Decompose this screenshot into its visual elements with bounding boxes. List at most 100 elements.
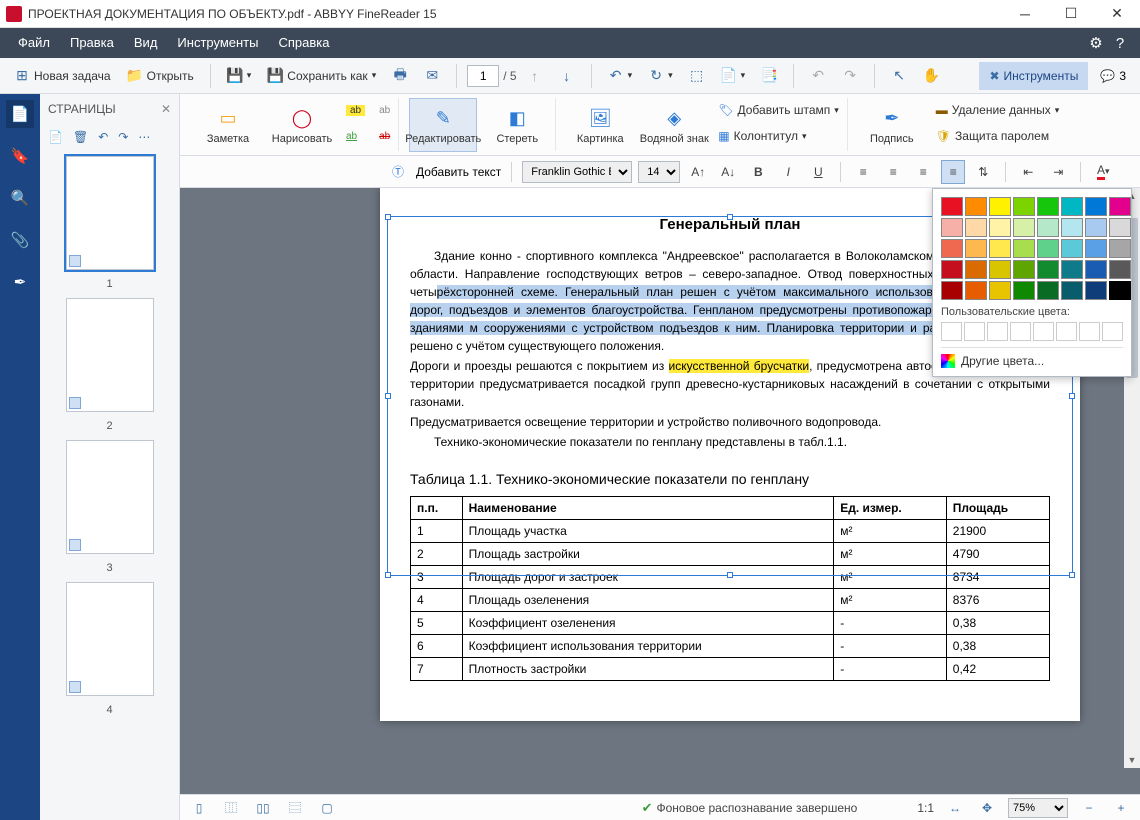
- align-justify-button[interactable]: ≡: [941, 160, 965, 184]
- color-swatch[interactable]: [1061, 260, 1083, 279]
- align-left-button[interactable]: ≡: [851, 160, 875, 184]
- color-swatch[interactable]: [1109, 218, 1131, 237]
- font-color-button[interactable]: A ▾: [1091, 160, 1115, 184]
- italic-button[interactable]: I: [776, 160, 800, 184]
- user-color-slot[interactable]: [987, 322, 1008, 341]
- hand-button[interactable]: ✋: [917, 62, 945, 90]
- thumbnail-page[interactable]: [66, 440, 154, 554]
- menu-file[interactable]: Файл: [8, 28, 60, 58]
- color-swatch[interactable]: [1037, 281, 1059, 300]
- color-swatch[interactable]: [1085, 260, 1107, 279]
- highlight-none-button[interactable]: ab: [375, 98, 394, 122]
- user-color-slot[interactable]: [1010, 322, 1031, 341]
- color-swatch[interactable]: [1013, 218, 1035, 237]
- user-color-slot[interactable]: [964, 322, 985, 341]
- color-swatch[interactable]: [1037, 218, 1059, 237]
- search-tab[interactable]: 🔍: [6, 184, 34, 212]
- page-up-button[interactable]: ↑: [521, 62, 549, 90]
- open-button[interactable]: 📁Открыть: [121, 62, 200, 90]
- undo-button[interactable]: ↶: [804, 62, 832, 90]
- minimize-button[interactable]: ─: [1002, 0, 1048, 28]
- sign-tool[interactable]: ✒Подпись: [858, 98, 926, 152]
- close-button[interactable]: ✕: [1094, 0, 1140, 28]
- draw-tool[interactable]: ◯Нарисовать: [268, 98, 336, 152]
- grow-font-button[interactable]: A↑: [686, 160, 710, 184]
- user-color-slot[interactable]: [1102, 322, 1123, 341]
- align-right-button[interactable]: ≡: [911, 160, 935, 184]
- save-as-button[interactable]: 💾Сохранить как▾: [261, 62, 382, 90]
- thumb-redo-icon[interactable]: ↷: [118, 130, 128, 144]
- color-swatch[interactable]: [989, 260, 1011, 279]
- color-swatch[interactable]: [1109, 239, 1131, 258]
- doc-paragraph[interactable]: Технико-экономические показатели по генп…: [410, 433, 1050, 451]
- color-swatch[interactable]: [989, 197, 1011, 216]
- font-family-select[interactable]: Franklin Gothic Bo: [522, 161, 632, 183]
- color-swatch[interactable]: [1013, 260, 1035, 279]
- document-canvas[interactable]: Генеральный план Здание конно - спортивн…: [180, 188, 1140, 794]
- color-swatch[interactable]: [941, 218, 963, 237]
- highlight-yellow-button[interactable]: ab: [342, 98, 369, 122]
- thumb-undo-icon[interactable]: ↶: [98, 130, 108, 144]
- color-swatch[interactable]: [989, 239, 1011, 258]
- color-swatch[interactable]: [989, 281, 1011, 300]
- zoom-select[interactable]: 75%: [1008, 798, 1068, 818]
- color-swatch[interactable]: [1037, 239, 1059, 258]
- add-stamp-button[interactable]: 🏷Добавить штамп ▾: [714, 98, 843, 122]
- view-continuous-button[interactable]: ▯▯: [252, 797, 274, 819]
- font-size-select[interactable]: 14: [638, 161, 680, 183]
- attachments-tab[interactable]: 📎: [6, 226, 34, 254]
- view-book-button[interactable]: ⿳: [284, 797, 306, 819]
- email-button[interactable]: ✉: [418, 62, 446, 90]
- bookmarks-tab[interactable]: 🔖: [6, 142, 34, 170]
- outdent-button[interactable]: ⇤: [1016, 160, 1040, 184]
- signatures-tab[interactable]: ✒: [6, 268, 34, 296]
- underline-button[interactable]: U: [806, 160, 830, 184]
- note-tool[interactable]: ▭Заметка: [194, 98, 262, 152]
- zoom-in-button[interactable]: +: [1110, 797, 1132, 819]
- save-button[interactable]: 💾▾: [221, 62, 258, 90]
- menu-tools[interactable]: Инструменты: [167, 28, 268, 58]
- rotate-right-button[interactable]: ↻▾: [642, 62, 679, 90]
- color-swatch[interactable]: [1013, 281, 1035, 300]
- color-swatch[interactable]: [941, 281, 963, 300]
- add-page-button[interactable]: 📄▾: [715, 62, 752, 90]
- thumb-more-icon[interactable]: ⋯: [138, 130, 150, 144]
- user-color-slot[interactable]: [1033, 322, 1054, 341]
- password-protect-button[interactable]: 🛡Защита паролем: [932, 124, 1063, 148]
- doc-paragraph[interactable]: Предусматривается освещение территории и…: [410, 413, 1050, 431]
- view-facing-button[interactable]: ⿲: [220, 797, 242, 819]
- color-swatch[interactable]: [1085, 239, 1107, 258]
- user-color-slot[interactable]: [1056, 322, 1077, 341]
- color-swatch[interactable]: [1109, 260, 1131, 279]
- add-text-button[interactable]: Ⓣ: [386, 160, 410, 184]
- thumb-add-icon[interactable]: 📄: [48, 130, 63, 144]
- color-swatch[interactable]: [1037, 197, 1059, 216]
- color-swatch[interactable]: [1085, 218, 1107, 237]
- fit-width-button[interactable]: ↔: [944, 797, 966, 819]
- color-swatch[interactable]: [1061, 218, 1083, 237]
- fit-page-button[interactable]: ✥: [976, 797, 998, 819]
- redo-button[interactable]: ↷: [836, 62, 864, 90]
- color-swatch[interactable]: [1109, 281, 1131, 300]
- color-swatch[interactable]: [989, 218, 1011, 237]
- watermark-tool[interactable]: ◈Водяной знак: [640, 98, 708, 152]
- erase-tool[interactable]: ◧Стереть: [483, 98, 551, 152]
- thumbnail-page[interactable]: [66, 156, 154, 270]
- tools-panel-button[interactable]: ✖Инструменты: [979, 62, 1088, 90]
- header-footer-button[interactable]: ▦Колонтитул ▾: [714, 124, 843, 148]
- page-down-button[interactable]: ↓: [553, 62, 581, 90]
- color-swatch[interactable]: [965, 239, 987, 258]
- user-color-slot[interactable]: [1079, 322, 1100, 341]
- pages-tab[interactable]: 📄: [6, 100, 34, 128]
- highlight-green-button[interactable]: ab: [342, 124, 369, 148]
- print-button[interactable]: 🖶: [386, 62, 414, 90]
- color-swatch[interactable]: [941, 260, 963, 279]
- thumb-delete-icon[interactable]: 🗑: [73, 130, 88, 144]
- settings-icon[interactable]: ⚙: [1084, 34, 1108, 52]
- color-swatch[interactable]: [1037, 260, 1059, 279]
- view-page-button[interactable]: ▯: [188, 797, 210, 819]
- delete-page-button[interactable]: 📑: [755, 62, 783, 90]
- user-color-slot[interactable]: [941, 322, 962, 341]
- zoom-out-button[interactable]: −: [1078, 797, 1100, 819]
- scroll-down-icon[interactable]: ▼: [1124, 752, 1140, 768]
